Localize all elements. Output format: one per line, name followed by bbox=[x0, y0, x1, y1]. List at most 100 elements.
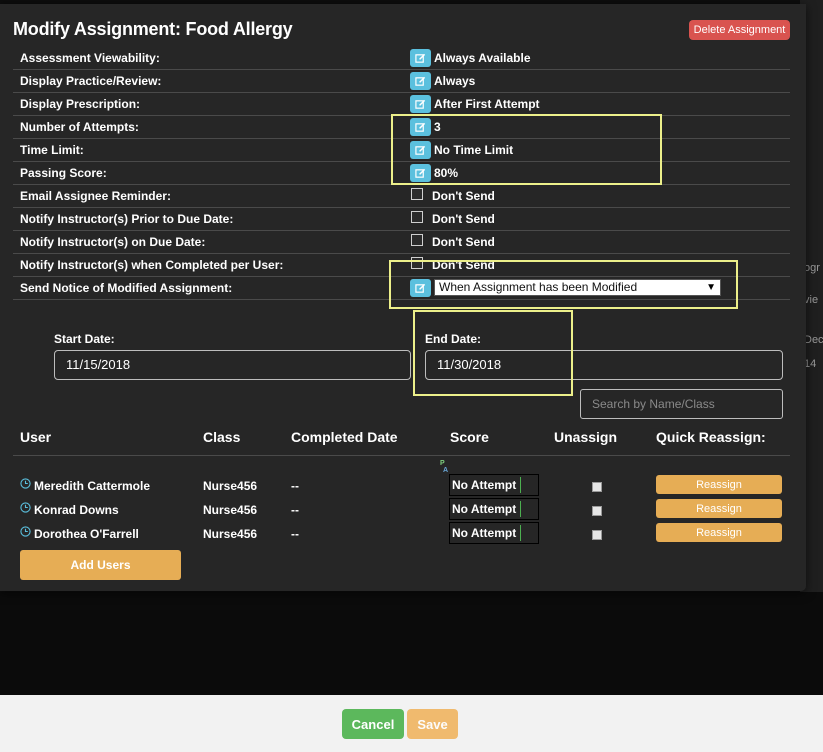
edit-icon[interactable] bbox=[410, 279, 431, 297]
score-bar bbox=[520, 525, 521, 541]
user-class: Nurse456 bbox=[203, 527, 258, 541]
background-text: vie bbox=[804, 294, 819, 306]
setting-value: Always Available bbox=[434, 51, 531, 65]
score-value: No Attempt bbox=[452, 526, 517, 540]
header-divider bbox=[13, 455, 790, 456]
setting-label: Time Limit: bbox=[20, 143, 84, 157]
setting-value: 3 bbox=[434, 120, 441, 134]
caret-down-icon: ▼ bbox=[706, 282, 716, 293]
setting-display-prescription: Display Prescription: After First Attemp… bbox=[13, 93, 790, 116]
reassign-button[interactable]: Reassign bbox=[656, 499, 782, 518]
user-name: Meredith Cattermole bbox=[34, 479, 151, 493]
setting-passing-score: Passing Score: 80% bbox=[13, 162, 790, 185]
modify-assignment-modal: Modify Assignment: Food Allergy Delete A… bbox=[0, 4, 806, 591]
user-class: Nurse456 bbox=[203, 503, 258, 517]
send-checkbox[interactable] bbox=[411, 257, 423, 269]
assignment-settings: Assessment Viewability: Always Available… bbox=[13, 47, 790, 300]
send-checkbox[interactable] bbox=[411, 211, 423, 223]
column-header-quick-reassign: Quick Reassign: bbox=[656, 429, 766, 445]
setting-label: Assessment Viewability: bbox=[20, 51, 160, 65]
modified-notice-select[interactable]: When Assignment has been Modified ▼ bbox=[434, 279, 721, 296]
unassign-checkbox[interactable] bbox=[592, 482, 602, 492]
score-cell: No Attempt bbox=[449, 522, 539, 544]
unassign-checkbox[interactable] bbox=[592, 530, 602, 540]
setting-label: Number of Attempts: bbox=[20, 120, 139, 134]
select-value: When Assignment has been Modified bbox=[439, 280, 638, 294]
background-overlay bbox=[0, 592, 823, 695]
clock-icon bbox=[20, 502, 31, 516]
column-header-unassign: Unassign bbox=[554, 429, 618, 445]
start-date-label: Start Date: bbox=[54, 332, 115, 346]
start-date-input[interactable]: 11/15/2018 bbox=[54, 350, 411, 380]
setting-notify-on-due: Notify Instructor(s) on Due Date: Don't … bbox=[13, 231, 790, 254]
setting-label: Notify Instructor(s) Prior to Due Date: bbox=[20, 212, 234, 226]
setting-label: Passing Score: bbox=[20, 166, 107, 180]
table-row: Dorothea O'Farrell Nurse456 -- No Attemp… bbox=[0, 522, 806, 546]
setting-label: Send Notice of Modified Assignment: bbox=[20, 281, 233, 295]
score-cell: No Attempt bbox=[449, 474, 539, 496]
score-marker: PA bbox=[440, 460, 448, 474]
score-cell: No Attempt bbox=[449, 498, 539, 520]
score-value: No Attempt bbox=[452, 478, 517, 492]
setting-notify-prior-due: Notify Instructor(s) Prior to Due Date: … bbox=[13, 208, 790, 231]
setting-time-limit: Time Limit: No Time Limit bbox=[13, 139, 790, 162]
search-input[interactable]: Search by Name/Class bbox=[580, 389, 783, 419]
column-header-user: User bbox=[20, 429, 52, 445]
end-date-input[interactable]: 11/30/2018 bbox=[425, 350, 783, 380]
score-bar bbox=[520, 477, 521, 493]
edit-icon[interactable] bbox=[410, 95, 431, 113]
edit-icon[interactable] bbox=[410, 164, 431, 182]
setting-value: Don't Send bbox=[432, 212, 495, 226]
clock-icon bbox=[20, 478, 31, 492]
background-text: ogr bbox=[804, 262, 820, 274]
completed-date: -- bbox=[291, 503, 299, 517]
column-header-completed-date: Completed Date bbox=[291, 429, 398, 445]
setting-label: Notify Instructor(s) when Completed per … bbox=[20, 258, 284, 272]
setting-value: Don't Send bbox=[432, 258, 495, 272]
setting-label: Display Prescription: bbox=[20, 97, 141, 111]
score-bar bbox=[520, 501, 521, 517]
table-row: Konrad Downs Nurse456 -- No Attempt Reas… bbox=[0, 498, 806, 522]
setting-value: No Time Limit bbox=[434, 143, 514, 157]
setting-label: Display Practice/Review: bbox=[20, 74, 162, 88]
setting-value: 80% bbox=[434, 166, 459, 180]
setting-value: Always bbox=[434, 74, 476, 88]
setting-value: After First Attempt bbox=[434, 97, 540, 111]
score-marker-p: P bbox=[440, 460, 445, 467]
edit-icon[interactable] bbox=[410, 141, 431, 159]
add-users-button[interactable]: Add Users bbox=[20, 550, 181, 580]
completed-date: -- bbox=[291, 527, 299, 541]
reassign-button[interactable]: Reassign bbox=[656, 523, 782, 542]
column-header-class: Class bbox=[203, 429, 241, 445]
clock-icon bbox=[20, 526, 31, 540]
column-header-score: Score bbox=[450, 429, 489, 445]
setting-send-notice-modified: Send Notice of Modified Assignment: When… bbox=[13, 277, 790, 300]
edit-icon[interactable] bbox=[410, 118, 431, 136]
completed-date: -- bbox=[291, 479, 299, 493]
reassign-button[interactable]: Reassign bbox=[656, 475, 782, 494]
save-button[interactable]: Save bbox=[407, 709, 458, 739]
score-marker-a: A bbox=[443, 467, 449, 474]
setting-display-practice: Display Practice/Review: Always bbox=[13, 70, 790, 93]
end-date-label: End Date: bbox=[425, 332, 482, 346]
delete-assignment-button[interactable]: Delete Assignment bbox=[689, 20, 790, 40]
setting-value: Don't Send bbox=[432, 235, 495, 249]
setting-number-of-attempts: Number of Attempts: 3 bbox=[13, 116, 790, 139]
user-name: Konrad Downs bbox=[34, 503, 119, 517]
setting-assessment-viewability: Assessment Viewability: Always Available bbox=[13, 47, 790, 70]
score-value: No Attempt bbox=[452, 502, 517, 516]
user-name: Dorothea O'Farrell bbox=[34, 527, 139, 541]
setting-label: Email Assignee Reminder: bbox=[20, 189, 171, 203]
unassign-checkbox[interactable] bbox=[592, 506, 602, 516]
send-checkbox[interactable] bbox=[411, 234, 423, 246]
edit-icon[interactable] bbox=[410, 49, 431, 67]
setting-value: Don't Send bbox=[432, 189, 495, 203]
cancel-button[interactable]: Cancel bbox=[342, 709, 404, 739]
edit-icon[interactable] bbox=[410, 72, 431, 90]
modal-title: Modify Assignment: Food Allergy bbox=[13, 19, 293, 39]
background-text: Dec bbox=[804, 334, 823, 346]
setting-label: Notify Instructor(s) on Due Date: bbox=[20, 235, 206, 249]
send-checkbox[interactable] bbox=[411, 188, 423, 200]
setting-notify-completed: Notify Instructor(s) when Completed per … bbox=[13, 254, 790, 277]
table-row: Meredith Cattermole Nurse456 -- No Attem… bbox=[0, 474, 806, 498]
